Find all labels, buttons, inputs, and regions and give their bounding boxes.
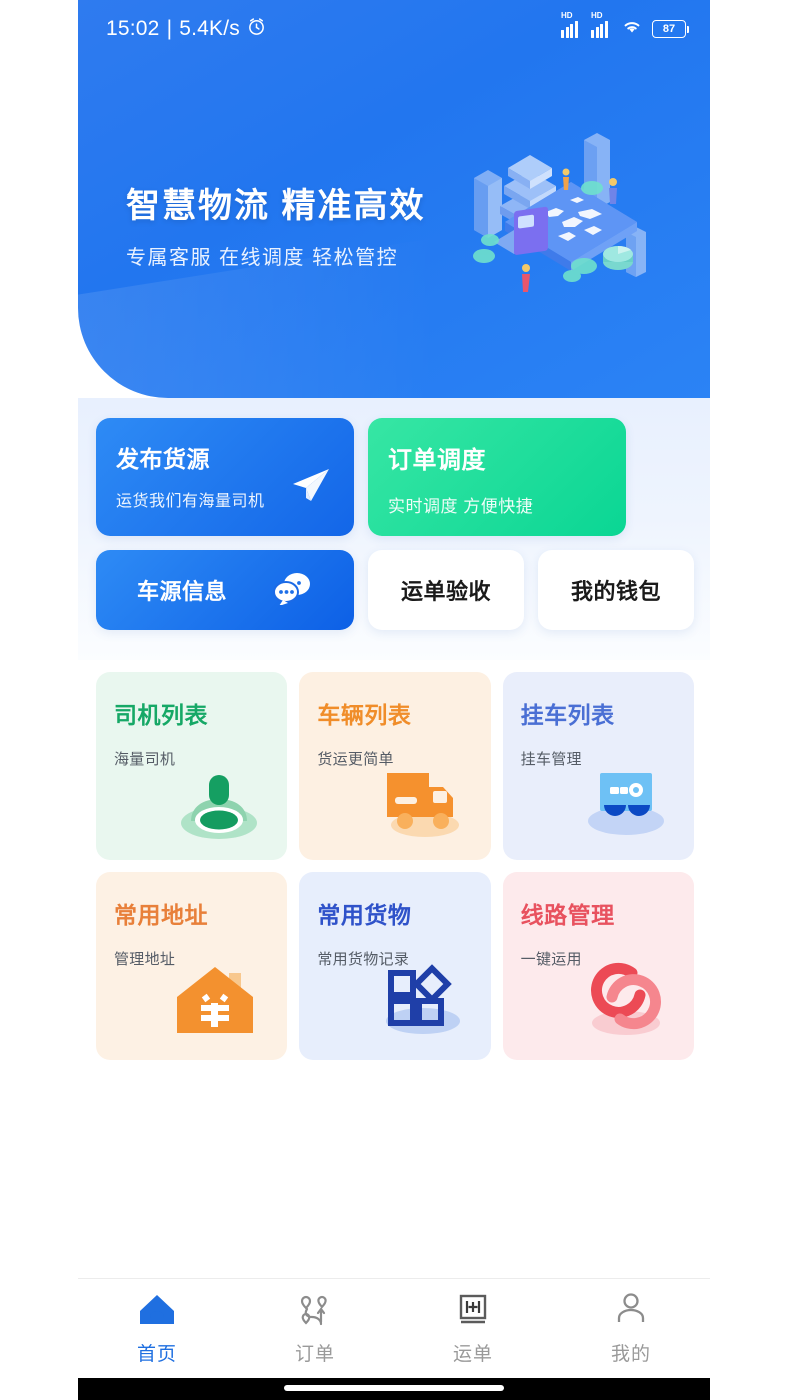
tab-profile[interactable]: 我的	[552, 1291, 710, 1366]
feature-title: 线路管理	[520, 902, 615, 928]
person-icon	[611, 1291, 651, 1332]
feature-card-route-management[interactable]: 线路管理 一键运用	[502, 872, 694, 1060]
linked-rings-icon	[572, 959, 680, 1048]
quick-action-vehicle-info[interactable]: 车源信息	[96, 550, 354, 630]
quick-action-title: 我的钱包	[570, 579, 661, 604]
status-separator: |	[166, 17, 173, 40]
route-pins-icon	[295, 1291, 335, 1332]
feature-card-vehicle-list[interactable]: 车辆列表 货运更简单	[299, 672, 491, 860]
signal-bars-sim2-icon: HD	[591, 11, 612, 38]
page-right-margin	[709, 0, 787, 1400]
feature-card-trailer-list[interactable]: 挂车列表 挂车管理	[502, 672, 694, 860]
status-time: 15:02	[106, 17, 160, 40]
tab-label: 运单	[452, 1344, 493, 1365]
feature-card-driver-list[interactable]: 司机列表 海量司机	[96, 672, 288, 860]
status-network-speed: 5.4K/s	[179, 17, 240, 40]
quick-action-title: 车源信息	[136, 579, 227, 604]
waybill-box-icon	[453, 1291, 493, 1332]
feature-card-common-cargo[interactable]: 常用货物 常用货物记录	[299, 872, 491, 1060]
trailer-icon	[572, 759, 680, 848]
paper-plane-icon	[288, 465, 332, 510]
feature-title: 常用货物	[317, 902, 412, 928]
gesture-bar	[78, 1378, 710, 1400]
phone-screen: 智慧物流 精准高效 专属客服 在线调度 轻松管控 15:02 | 5.4K/s …	[78, 0, 710, 1400]
driver-icon	[165, 759, 273, 848]
blocks-icon	[369, 959, 477, 1048]
banner-title: 智慧物流 精准高效	[126, 187, 426, 225]
hd-label-sim1: HD	[561, 10, 573, 20]
home-indicator[interactable]	[283, 1385, 504, 1391]
tab-orders[interactable]: 订单	[236, 1291, 394, 1366]
tab-home[interactable]: 首页	[78, 1291, 236, 1366]
quick-actions-grid: 发布货源 运货我们有海量司机 订单调度 实时调度 方便快捷 车源信息 运单验收 …	[96, 418, 694, 630]
house-yen-icon	[165, 959, 273, 1048]
status-bar: 15:02 | 5.4K/s HD HD 87	[78, 0, 710, 58]
banner-subtitle: 专属客服 在线调度 轻松管控	[126, 247, 399, 269]
feature-title: 车辆列表	[317, 702, 412, 728]
truck-icon	[369, 759, 477, 848]
bottom-tab-bar: 首页 订单 运单 我的	[78, 1278, 710, 1378]
quick-action-title: 订单调度	[388, 447, 486, 474]
isometric-logistics-illustration	[466, 120, 676, 315]
feature-grid: 司机列表 海量司机 车辆列表 货运更简单 挂车列表 挂车管理 常用地址 管理地址…	[96, 672, 694, 1060]
quick-action-waybill-acceptance[interactable]: 运单验收	[368, 550, 524, 630]
hd-label-sim2: HD	[591, 10, 603, 20]
battery-indicator: 87	[652, 20, 689, 38]
feature-title: 挂车列表	[520, 702, 615, 728]
banner-text-block: 智慧物流 精准高效 专属客服 在线调度 轻松管控	[126, 178, 425, 270]
quick-action-publish-cargo[interactable]: 发布货源 运货我们有海量司机	[96, 418, 354, 536]
quick-action-my-wallet[interactable]: 我的钱包	[538, 550, 694, 630]
quick-action-title: 运单验收	[400, 579, 491, 604]
feature-card-common-address[interactable]: 常用地址 管理地址	[96, 872, 288, 1060]
home-icon	[137, 1291, 177, 1332]
battery-level-text: 87	[662, 23, 676, 35]
quick-action-order-dispatch[interactable]: 订单调度 实时调度 方便快捷	[368, 418, 626, 536]
alarm-clock-icon	[247, 17, 266, 42]
tab-label: 我的	[610, 1344, 651, 1365]
status-bar-right: HD HD 87	[561, 11, 689, 40]
quick-actions-section: 发布货源 运货我们有海量司机 订单调度 实时调度 方便快捷 车源信息 运单验收 …	[78, 398, 710, 660]
feature-title: 常用地址	[114, 902, 208, 928]
hero-banner: 智慧物流 精准高效 专属客服 在线调度 轻松管控	[78, 0, 710, 398]
feature-title: 司机列表	[114, 702, 208, 728]
status-bar-left: 15:02 | 5.4K/s	[106, 17, 266, 42]
wifi-icon	[621, 18, 643, 40]
tab-label: 订单	[294, 1344, 335, 1365]
page-left-margin	[0, 0, 78, 1400]
tab-waybill[interactable]: 运单	[394, 1291, 552, 1366]
signal-bars-sim1-icon: HD	[561, 11, 582, 38]
tab-label: 首页	[136, 1344, 177, 1365]
quick-action-subtitle: 实时调度 方便快捷	[388, 497, 534, 516]
chat-bubbles-icon	[271, 571, 313, 610]
